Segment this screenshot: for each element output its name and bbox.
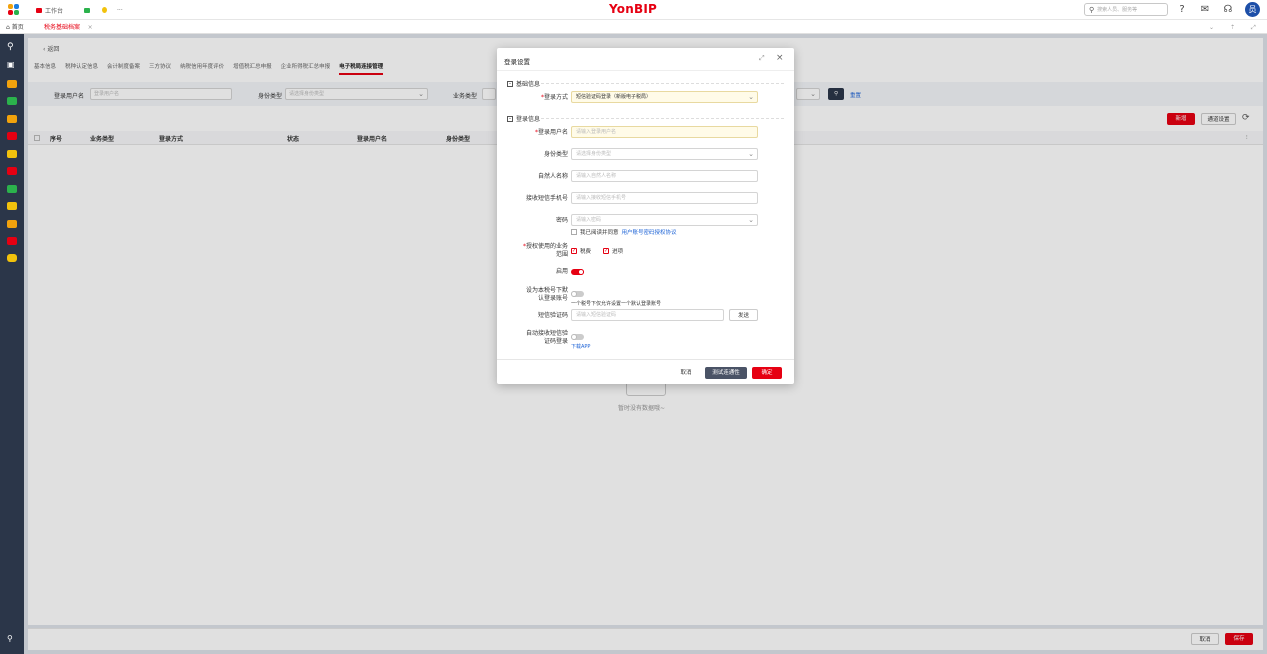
avatar[interactable]: 员 [1245,2,1260,17]
field-label: 设为本税号下默 认登录账号 [525,287,568,302]
sidebar-app-icon[interactable] [7,80,17,88]
agreement-link[interactable]: 用户账号密码授权协议 [622,228,677,236]
upload-icon[interactable]: ⇡ [1230,22,1235,33]
sms-code-input[interactable]: 请输入短信验证码 [571,309,724,321]
search-icon: ⚲ [1089,5,1095,14]
global-search[interactable]: ⚲ 搜索人员、服务等 [1084,3,1168,16]
sidebar-app-icon[interactable] [7,132,17,140]
default-account-toggle[interactable] [571,291,584,297]
natural-name-input[interactable]: 请输入自然人名称 [571,170,758,182]
fullscreen-icon[interactable]: ⤢ [759,54,765,63]
sidebar-app-icon[interactable] [7,254,17,262]
field-label: 密码 [555,217,568,224]
expand-icon[interactable]: ⤢ [1251,22,1256,33]
identity-select[interactable]: 请选择身份类型 ⌄ [571,148,758,160]
service-icon[interactable]: ☊ [1222,4,1234,16]
chevron-down-icon[interactable]: ⌄ [1209,22,1214,33]
download-app-link[interactable]: 下载APP [571,343,590,350]
sidebar: ⚲ ▣ ⚲ [0,34,24,654]
close-icon[interactable]: × [776,53,784,63]
app-grid-icon[interactable] [8,4,20,16]
username-input[interactable]: 请输入登录用户名 [571,126,758,138]
box-icon[interactable]: ▣ [7,60,15,69]
field-label: *登录用户名 [534,129,568,136]
workbench-icon [36,7,42,13]
field-label: 启用 [555,268,568,275]
more-menu[interactable]: ··· [117,4,123,16]
send-code-button[interactable]: 发送 [729,309,758,321]
workbench-tab[interactable]: 工作台 [36,4,63,16]
dialog-footer: 取消 测试连通性 确定 [497,359,794,384]
enable-toggle[interactable] [571,269,584,275]
login-method-select[interactable]: 短信验证码登录（新版电子税局） ⌄ [571,91,758,103]
sidebar-app-icon[interactable] [7,185,17,193]
scope-tax-checkbox[interactable]: ✓ [571,248,577,254]
chevron-down-icon: ⌄ [748,93,754,101]
login-settings-dialog: 登录设置 ⤢ × – 基础信息 *登录方式 短信验证码登录（新版电子税局） ⌄ – 登… [497,48,794,384]
sidebar-app-icon[interactable] [7,220,17,228]
sidebar-app-icon[interactable] [7,150,17,158]
field-label: *登录方式 [540,94,568,101]
password-input[interactable]: 请输入密码 ⌄ [571,214,758,226]
field-label: *授权使用的业务 范围 [522,243,568,258]
field-label: 身份类型 [543,151,568,158]
search-icon[interactable]: ⚲ [7,42,14,52]
pin-icon[interactable]: ⚲ [7,634,13,643]
dialog-confirm-button[interactable]: 确定 [752,367,782,379]
scope-input-checkbox[interactable]: ✓ [603,248,610,254]
auto-sms-toggle[interactable] [571,334,584,340]
eye-icon: ⌄ [748,216,754,224]
field-label: 接收短信手机号 [525,195,568,202]
field-label: 短信验证码 [537,312,568,319]
collapse-icon: – [507,80,513,87]
sidebar-app-icon[interactable] [7,202,17,210]
agree-checkbox[interactable] [571,229,577,235]
collapse-icon: – [507,115,513,122]
quick-app-icon[interactable] [84,4,90,16]
tab-tax-archive[interactable]: 税务基础档案 × [44,22,93,33]
sidebar-app-icon[interactable] [7,97,17,105]
quick-app-icon[interactable] [102,4,107,16]
sidebar-app-icon[interactable] [7,167,17,175]
brand-logo: YonBIP [609,2,657,16]
agree-row: 我已阅读并同意 用户账号密码授权协议 [571,228,677,236]
scope-options: ✓ 税费 ✓ 进项 [571,248,624,255]
tab-bar: ⌂ 首页 税务基础档案 × ⌄ ⇡ ⤢ [0,20,1267,34]
top-bar: 工作台 ··· YonBIP ⚲ 搜索人员、服务等 ? ✉ ☊ 员 [0,0,1267,20]
sidebar-app-icon[interactable] [7,115,17,123]
help-icon[interactable]: ? [1176,4,1188,16]
sidebar-app-icon[interactable] [7,237,17,245]
section-login[interactable]: – 登录信息 [507,114,540,123]
field-label: 自然人名称 [537,173,568,180]
dialog-title: 登录设置 [504,58,530,66]
field-label: 自动接收短信验 证码登录 [525,330,568,345]
test-connection-button[interactable]: 测试连通性 [705,367,747,379]
section-basic[interactable]: – 基础信息 [507,79,540,88]
sms-phone-input[interactable]: 请输入接收短信手机号 [571,192,758,204]
close-icon[interactable]: × [88,24,93,31]
default-hint: 一个税号下仅允许设置一个默认登录账号 [571,301,662,307]
dialog-cancel-button[interactable]: 取消 [673,367,699,379]
tab-home[interactable]: ⌂ 首页 [6,22,24,33]
chevron-down-icon: ⌄ [748,150,754,158]
message-icon[interactable]: ✉ [1199,4,1211,16]
